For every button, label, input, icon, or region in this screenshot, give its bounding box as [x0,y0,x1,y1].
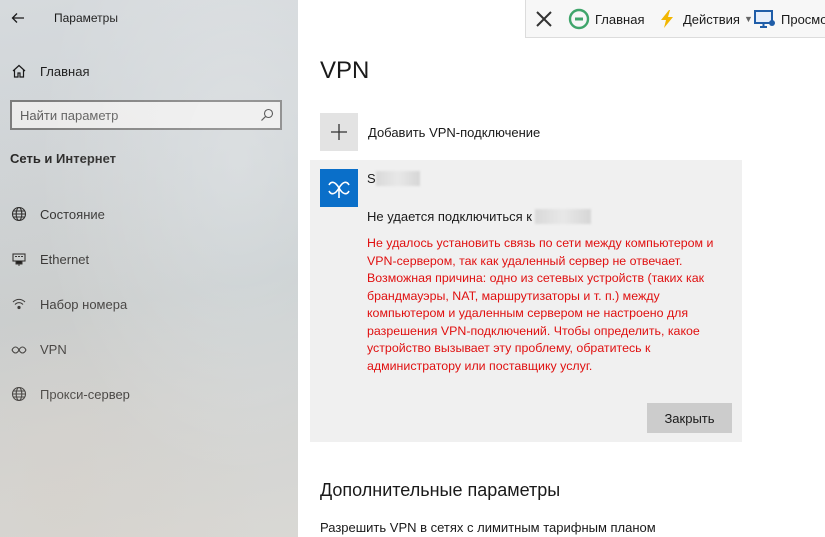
toolbar-home-label: Главная [595,11,645,27]
home-circle-icon [568,8,590,30]
search-box[interactable] [10,100,282,130]
metered-network-label: Разрешить VPN в сетях с лимитным тарифны… [320,520,656,535]
overlay-toolbar: Главная Действия ▼ Просмо [525,0,825,38]
sidebar-item-label: Прокси-сервер [40,386,130,402]
sidebar-item-label: VPN [40,341,67,357]
back-button[interactable] [6,6,30,30]
lightning-icon [656,8,678,30]
vpn-icon [320,169,358,207]
search-icon[interactable] [260,108,274,122]
sidebar: Параметры Главная Сеть и Интернет Состоя… [0,0,298,537]
redacted-name [376,171,420,186]
toolbar-actions-label: Действия [683,11,740,27]
globe-icon [10,385,28,403]
dialup-icon [10,295,28,313]
vpn-icon [10,340,28,358]
redacted-server [535,209,591,224]
toolbar-actions-button[interactable]: Действия ▼ [656,0,753,38]
vpn-connection-name: S [367,171,376,186]
search-input[interactable] [12,102,252,128]
sidebar-item-home[interactable]: Главная [0,56,298,86]
close-button[interactable]: Закрыть [647,403,732,433]
toolbar-home-button[interactable]: Главная [568,0,644,38]
title-bar: Параметры [0,0,298,36]
sidebar-item-status[interactable]: Состояние [0,199,298,229]
sidebar-item-label: Главная [40,63,90,79]
app-title: Параметры [54,11,118,25]
error-message: Не удалось установить связь по сети межд… [367,236,714,373]
monitor-icon [754,8,776,30]
vpn-connection-card[interactable]: S Не удается подключиться к Не удалось у… [310,160,742,442]
globe-icon [10,205,28,223]
home-icon [10,62,28,80]
ethernet-icon [10,250,28,268]
toolbar-view-button[interactable]: Просмо [754,0,825,38]
plus-icon [320,113,358,151]
sidebar-item-proxy[interactable]: Прокси-сервер [0,379,298,409]
arrow-left-icon [11,13,24,23]
sidebar-item-label: Состояние [40,206,105,222]
main-content: Главная Действия ▼ Просмо VPN Добавить V… [298,0,825,537]
close-icon[interactable] [534,9,554,29]
section-title: Сеть и Интернет [10,151,117,166]
add-vpn-label: Добавить VPN-подключение [368,124,541,140]
chevron-down-icon: ▼ [743,14,753,24]
sidebar-item-ethernet[interactable]: Ethernet [0,244,298,274]
more-settings-title: Дополнительные параметры [320,480,561,500]
sidebar-item-label: Ethernet [40,251,90,267]
sidebar-item-label: Набор номера [40,296,128,312]
connection-status: Не удается подключиться к [367,209,532,224]
toolbar-view-label: Просмо [781,11,825,27]
sidebar-item-dialup[interactable]: Набор номера [0,289,298,319]
add-vpn-button[interactable]: Добавить VPN-подключение [320,113,700,151]
sidebar-item-vpn[interactable]: VPN [0,334,298,364]
page-title: VPN [320,57,370,84]
